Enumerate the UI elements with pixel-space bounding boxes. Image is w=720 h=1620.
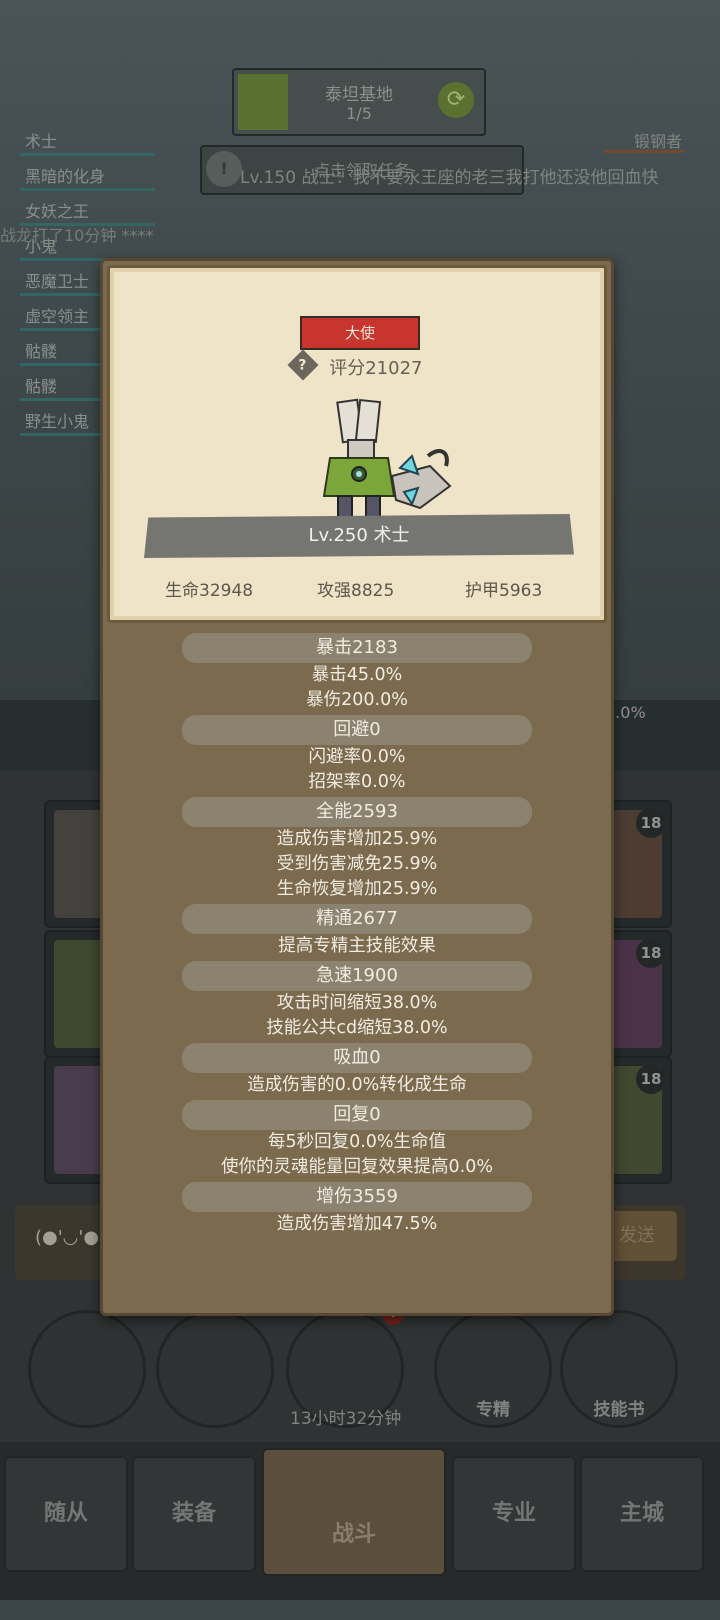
hero-detail-modal: 大使 ? 评分21027 Lv.250 术士 生命32948 攻强8825 护甲… [100,258,614,1316]
stat-header-versatility: 全能2593 [182,797,532,827]
attack-stat: 攻强8825 [317,581,395,601]
stat-line: 攻击时间缩短38.0% [276,993,438,1013]
stat-header-leech: 吸血0 [182,1043,532,1073]
stat-header-haste: 急速1900 [182,961,532,991]
stat-header-mastery: 精通2677 [182,904,532,934]
stat-line: 提高专精主技能效果 [278,936,436,956]
stat-header-regen: 回复0 [182,1100,532,1130]
stat-line: 招架率0.0% [308,772,406,792]
warlock-portrait [322,398,452,519]
hero-level-name: Lv.250 术士 [144,514,574,558]
stat-line: 造成伤害的0.0%转化成生命 [247,1075,467,1095]
stat-header-avoidance: 回避0 [182,715,532,745]
score-text: 评分21027 [329,358,423,379]
stat-line: 使你的灵魂能量回复效果提高0.0% [221,1157,493,1177]
stat-line: 每5秒回复0.0%生命值 [267,1132,447,1152]
armor-stat: 护甲5963 [465,581,543,601]
stat-line: 造成伤害增加25.9% [276,829,438,849]
role-badge: 大使 [300,316,420,350]
stat-header-crit: 暴击2183 [182,633,532,663]
help-icon[interactable]: ? [286,349,319,381]
stat-details: 暴击2183 暴击45.0% 暴伤200.0% 回避0 闪避率0.0% 招架率0… [103,631,611,1237]
hero-card: 大使 ? 评分21027 Lv.250 术士 生命32948 攻强8825 护甲… [107,265,607,623]
score-row: ? 评分21027 [110,349,604,381]
stat-line: 暴击45.0% [311,665,403,685]
hp-stat: 生命32948 [165,581,254,601]
stat-header-damage-bonus: 增伤3559 [182,1182,532,1212]
stat-line: 技能公共cd缩短38.0% [266,1018,448,1038]
stat-line: 闪避率0.0% [308,747,406,767]
stat-line: 生命恢复增加25.9% [276,879,438,899]
stat-line: 造成伤害增加47.5% [276,1214,438,1234]
stat-line: 暴伤200.0% [306,690,408,710]
stat-line: 受到伤害减免25.9% [276,854,438,874]
